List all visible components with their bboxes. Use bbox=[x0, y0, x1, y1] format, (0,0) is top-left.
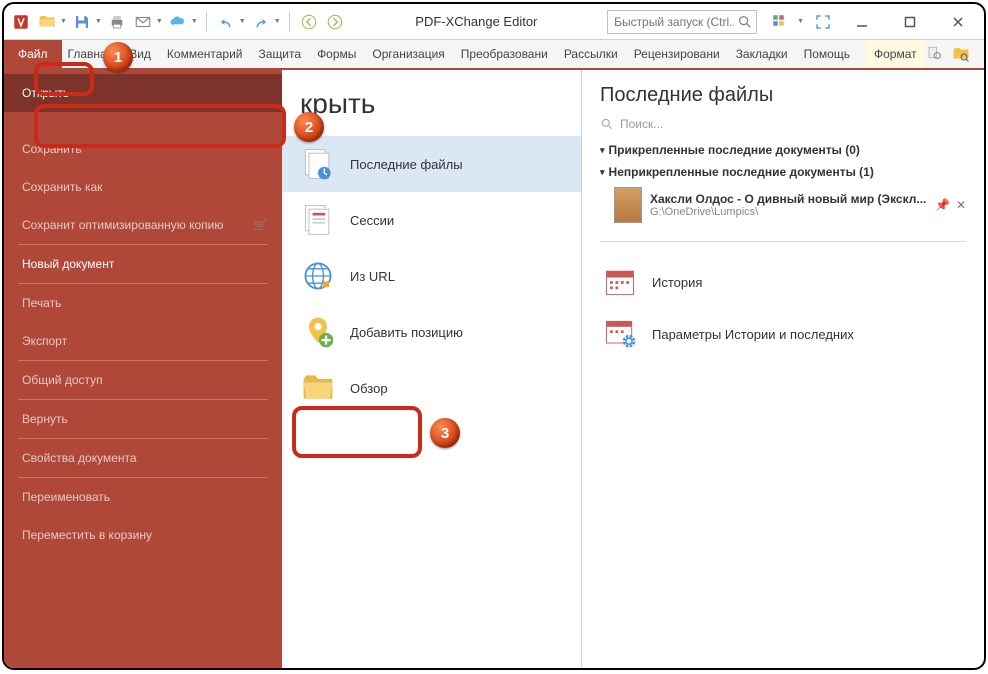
app-title: PDF-XChange Editor bbox=[350, 14, 603, 29]
sessions-icon bbox=[300, 202, 336, 238]
maximize-button[interactable] bbox=[890, 8, 930, 36]
tab-format[interactable]: Формат bbox=[866, 40, 925, 68]
print-icon[interactable] bbox=[106, 11, 128, 33]
file-thumb-icon bbox=[614, 187, 642, 223]
recent-search[interactable]: Поиск... bbox=[600, 117, 966, 131]
find-icon[interactable] bbox=[925, 44, 945, 64]
menu-rename[interactable]: Переименовать bbox=[4, 478, 282, 516]
nav-forward-icon[interactable] bbox=[324, 11, 346, 33]
remove-icon[interactable]: ✕ bbox=[956, 198, 966, 212]
group-pinned[interactable]: ▾ Прикрепленные последние документы (0) bbox=[600, 139, 966, 161]
open-addplace-label: Добавить позицию bbox=[350, 325, 463, 340]
pin-icon[interactable]: 📌 bbox=[935, 198, 950, 212]
recent-panel: Последние файлы Поиск... ▾ Прикрепленные … bbox=[582, 70, 984, 668]
tab-bookmarks[interactable]: Закладки bbox=[728, 40, 796, 68]
menu-print[interactable]: Печать bbox=[4, 284, 282, 322]
tab-form[interactable]: Формы bbox=[309, 40, 364, 68]
open-url[interactable]: Из URL bbox=[282, 248, 581, 304]
app-logo-icon bbox=[10, 11, 32, 33]
menu-revert[interactable]: Вернуть bbox=[4, 400, 282, 438]
titlebar: ▼ ▼ ▼ ▼ ▼ ▼ PDF-XChange Editor ▼ bbox=[4, 4, 984, 40]
folder-icon bbox=[300, 370, 336, 406]
mail-icon[interactable] bbox=[132, 11, 154, 33]
nav-back-icon[interactable] bbox=[298, 11, 320, 33]
search-folder-icon[interactable] bbox=[951, 44, 971, 64]
open-url-label: Из URL bbox=[350, 269, 395, 284]
save-icon[interactable] bbox=[71, 11, 93, 33]
history-label: История bbox=[652, 275, 702, 290]
menu-export[interactable]: Экспорт bbox=[4, 322, 282, 360]
open-title: крыть bbox=[282, 80, 581, 136]
collapse-icon: ▾ bbox=[600, 167, 605, 178]
tab-help[interactable]: Помощь bbox=[796, 40, 858, 68]
file-title: Хаксли Олдос - О дивный новый мир (Экскл… bbox=[650, 192, 927, 206]
menu-share[interactable]: Общий доступ bbox=[4, 361, 282, 399]
tab-protect[interactable]: Защита bbox=[251, 40, 310, 68]
open-recent[interactable]: Последние файлы bbox=[282, 136, 581, 192]
open-browse[interactable]: Обзор bbox=[282, 360, 581, 416]
recent-search-placeholder: Поиск... bbox=[620, 117, 663, 131]
history-row[interactable]: История bbox=[600, 256, 966, 308]
redo-icon[interactable] bbox=[250, 11, 272, 33]
quick-search-input[interactable] bbox=[607, 10, 757, 34]
group-unpinned-label: Неприкрепленные последние документы (1) bbox=[609, 165, 874, 179]
open-sessions-label: Сессии bbox=[350, 213, 394, 228]
recent-docs-icon bbox=[300, 146, 336, 182]
collapse-ribbon-icon[interactable]: ∧ bbox=[977, 44, 986, 64]
menu-open[interactable]: Открыть bbox=[4, 74, 282, 112]
cloud-icon[interactable] bbox=[167, 11, 189, 33]
params-row[interactable]: Параметры Истории и последних bbox=[600, 308, 966, 360]
open-sessions[interactable]: Сессии bbox=[282, 192, 581, 248]
close-button[interactable] bbox=[938, 8, 978, 36]
globe-icon bbox=[300, 258, 336, 294]
params-label: Параметры Истории и последних bbox=[652, 327, 854, 342]
ribbon-tabs: Файл Главная Вид Комментарий Защита Форм… bbox=[4, 40, 984, 70]
open-browse-label: Обзор bbox=[350, 381, 388, 396]
open-recent-label: Последние файлы bbox=[350, 157, 463, 172]
tab-file[interactable]: Файл bbox=[4, 40, 62, 68]
add-place-icon bbox=[300, 314, 336, 350]
recent-title: Последние файлы bbox=[600, 84, 966, 107]
group-pinned-label: Прикрепленные последние документы (0) bbox=[609, 143, 860, 157]
tab-convert[interactable]: Преобразовани bbox=[453, 40, 556, 68]
search-icon bbox=[737, 14, 753, 30]
menu-trash[interactable]: Переместить в корзину bbox=[4, 516, 282, 554]
calendar-icon bbox=[600, 264, 640, 300]
menu-saveopt-label: Сохранит оптимизированную копию bbox=[22, 218, 223, 232]
collapse-icon: ▾ bbox=[600, 145, 605, 156]
tab-share[interactable]: Рассылки bbox=[556, 40, 626, 68]
undo-icon[interactable] bbox=[215, 11, 237, 33]
menu-docprops[interactable]: Свойства документа bbox=[4, 439, 282, 477]
menu-save[interactable]: Сохранить bbox=[4, 130, 282, 168]
file-path: G:\OneDrive\Lumpics\ bbox=[650, 206, 927, 218]
ui-options-icon[interactable] bbox=[769, 11, 791, 33]
open-panel: крыть Последние файлы Сессии Из URL Доба… bbox=[282, 70, 582, 668]
cart-icon: 🛒 bbox=[253, 218, 268, 232]
search-icon bbox=[600, 117, 614, 131]
menu-saveopt[interactable]: Сохранит оптимизированную копию 🛒 bbox=[4, 206, 282, 244]
tab-view[interactable]: Вид bbox=[121, 40, 159, 68]
tab-review[interactable]: Рецензировани bbox=[626, 40, 728, 68]
group-unpinned[interactable]: ▾ Неприкрепленные последние документы (1) bbox=[600, 161, 966, 183]
fullscreen-icon[interactable] bbox=[812, 11, 834, 33]
calendar-gear-icon bbox=[600, 316, 640, 352]
open-folder-icon[interactable] bbox=[36, 11, 58, 33]
tab-comment[interactable]: Комментарий bbox=[159, 40, 251, 68]
menu-newdoc[interactable]: Новый документ bbox=[4, 245, 282, 283]
minimize-button[interactable] bbox=[842, 8, 882, 36]
recent-file-item[interactable]: Хаксли Олдос - О дивный новый мир (Экскл… bbox=[600, 183, 966, 233]
file-menu: Открыть Сохранить Сохранить как Сохранит… bbox=[4, 70, 282, 668]
tab-organize[interactable]: Организация bbox=[364, 40, 452, 68]
open-addplace[interactable]: Добавить позицию bbox=[282, 304, 581, 360]
menu-saveas[interactable]: Сохранить как bbox=[4, 168, 282, 206]
quick-search[interactable] bbox=[607, 10, 757, 34]
